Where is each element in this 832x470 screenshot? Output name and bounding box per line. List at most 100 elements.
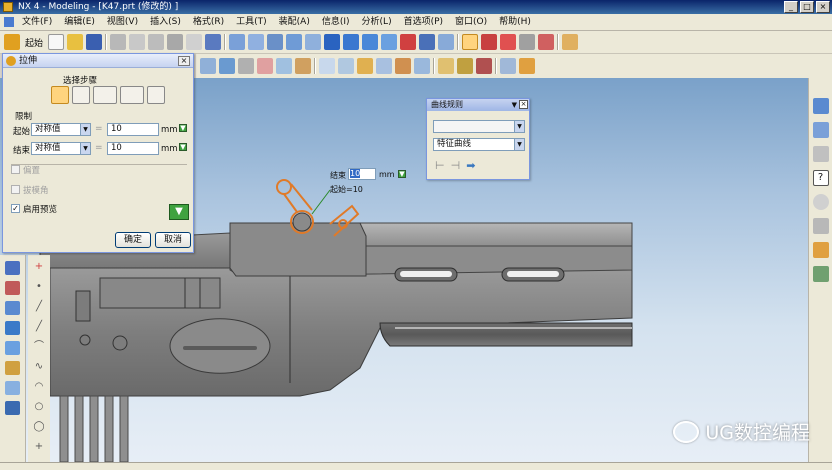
inline-end-input[interactable]: 10 [348, 168, 376, 180]
copy-icon[interactable] [129, 34, 146, 50]
ruler-icon[interactable] [562, 34, 579, 50]
formula-icon[interactable]: = [95, 124, 106, 135]
instance-icon[interactable] [500, 58, 516, 74]
menu-information[interactable]: 信息(I) [316, 14, 356, 31]
menu-view[interactable]: 视图(V) [101, 14, 144, 31]
draft-checkbox[interactable] [11, 185, 20, 194]
fit-view-icon[interactable] [229, 34, 246, 50]
layers-icon[interactable] [812, 122, 829, 138]
follow-fillet-icon[interactable]: ⊣ [451, 159, 461, 172]
palette-icon[interactable] [5, 401, 20, 415]
arc-icon[interactable]: ◠ [32, 379, 46, 395]
arrow-right-icon[interactable]: ➡ [466, 159, 475, 172]
section-step-button[interactable] [51, 86, 69, 104]
curve-selection-combo[interactable]: ▼ [433, 120, 525, 133]
point-icon[interactable]: + [32, 259, 46, 275]
zoom-window-icon[interactable] [248, 34, 265, 50]
minimize-button[interactable]: _ [784, 1, 798, 13]
line-icon[interactable]: ╱ [32, 319, 46, 335]
curve-rule-combo[interactable]: 特征曲线 ▼ [433, 138, 525, 151]
unite-icon[interactable] [438, 58, 454, 74]
roles-icon[interactable] [812, 266, 829, 282]
drawing-icon[interactable] [812, 218, 829, 234]
intersect-icon[interactable] [476, 58, 492, 74]
history-icon[interactable] [812, 242, 829, 258]
undo-icon[interactable] [186, 34, 203, 50]
snap-point-icon[interactable] [500, 34, 517, 50]
clock-icon[interactable] [812, 194, 829, 210]
help-icon[interactable]: ? [812, 170, 829, 186]
trim-body-icon[interactable] [395, 58, 411, 74]
end-value-menu-icon[interactable]: ▼ [179, 143, 187, 151]
paste-icon[interactable] [148, 34, 165, 50]
inline-value-menu-icon[interactable]: ▼ [398, 170, 406, 178]
circle-icon[interactable]: ◯ [32, 419, 46, 435]
chamfer-icon[interactable] [338, 58, 354, 74]
spline-icon[interactable]: ∿ [32, 359, 46, 375]
chevron-down-icon[interactable]: ▼ [512, 99, 517, 111]
start-menu-label[interactable]: 起始 [23, 36, 45, 49]
preview-checkbox[interactable]: ✓ [11, 204, 20, 213]
start-value-input[interactable]: 10 [107, 123, 159, 136]
pocket-icon[interactable] [295, 58, 311, 74]
menu-assemblies[interactable]: 装配(A) [273, 14, 316, 31]
reuse-library-icon[interactable] [5, 321, 20, 335]
menu-format[interactable]: 格式(R) [187, 14, 230, 31]
new-file-icon[interactable] [48, 34, 65, 50]
analysis-icon[interactable] [538, 34, 555, 50]
select-filter-icon[interactable] [205, 34, 222, 50]
vector-step-button[interactable] [93, 86, 117, 104]
start-value-menu-icon[interactable]: ▼ [179, 124, 187, 132]
system-materials-icon[interactable] [5, 361, 20, 375]
menu-edit[interactable]: 编辑(E) [58, 14, 101, 31]
blend-icon[interactable] [319, 58, 335, 74]
pan-icon[interactable] [286, 34, 303, 50]
menu-help[interactable]: 帮助(H) [493, 14, 537, 31]
expand-options-icon[interactable]: ▼ [169, 204, 189, 220]
close-icon[interactable]: × [519, 100, 528, 109]
menu-insert[interactable]: 插入(S) [144, 14, 187, 31]
history-icon[interactable] [5, 301, 20, 315]
revolve-icon[interactable] [238, 58, 254, 74]
measure-icon[interactable] [519, 34, 536, 50]
offset-checkbox[interactable] [11, 165, 20, 174]
assembly-navigator-icon[interactable] [5, 281, 20, 295]
shaded-view-icon[interactable] [324, 34, 341, 50]
hole-icon[interactable] [257, 58, 273, 74]
menu-file[interactable]: 文件(F) [16, 14, 58, 31]
cancel-button[interactable]: 取消 [155, 232, 191, 248]
direction-step-button[interactable] [72, 86, 90, 104]
menu-window[interactable]: 窗口(O) [449, 14, 493, 31]
start-icon[interactable] [4, 34, 20, 50]
boolean-step-button[interactable] [120, 86, 144, 104]
open-folder-icon[interactable] [67, 34, 84, 50]
end-option-select[interactable]: 对称值 ▼ [31, 142, 91, 155]
show-hide-icon[interactable] [438, 34, 455, 50]
orient-view-icon[interactable] [343, 34, 360, 50]
delete-icon[interactable] [167, 34, 184, 50]
formula-icon[interactable]: = [95, 143, 106, 154]
shell-icon[interactable] [357, 58, 373, 74]
menu-preferences[interactable]: 首选项(P) [398, 14, 449, 31]
part-navigator-icon[interactable] [5, 261, 20, 275]
materials-icon[interactable] [812, 146, 829, 162]
mirror-icon[interactable] [519, 58, 535, 74]
zoom-icon[interactable] [267, 34, 284, 50]
ok-button[interactable]: 确定 [115, 232, 151, 248]
csys-icon[interactable] [481, 34, 498, 50]
dialog-close-button[interactable]: × [178, 56, 190, 66]
maximize-button[interactable]: □ [800, 1, 814, 13]
menu-tools[interactable]: 工具(T) [230, 14, 273, 31]
dot-icon[interactable]: • [32, 279, 46, 295]
stop-at-intersection-icon[interactable]: ⊢ [435, 159, 445, 172]
isometric-icon[interactable] [381, 34, 398, 50]
menu-analysis[interactable]: 分析(L) [356, 14, 398, 31]
save-icon[interactable] [86, 34, 103, 50]
render-style-icon[interactable] [400, 34, 417, 50]
start-option-select[interactable]: 对称值 ▼ [31, 123, 91, 136]
subtract-icon[interactable] [457, 58, 473, 74]
circle-icon[interactable]: ○ [32, 399, 46, 415]
split-body-icon[interactable] [414, 58, 430, 74]
draft-icon[interactable] [376, 58, 392, 74]
extrude-icon[interactable] [219, 58, 235, 74]
